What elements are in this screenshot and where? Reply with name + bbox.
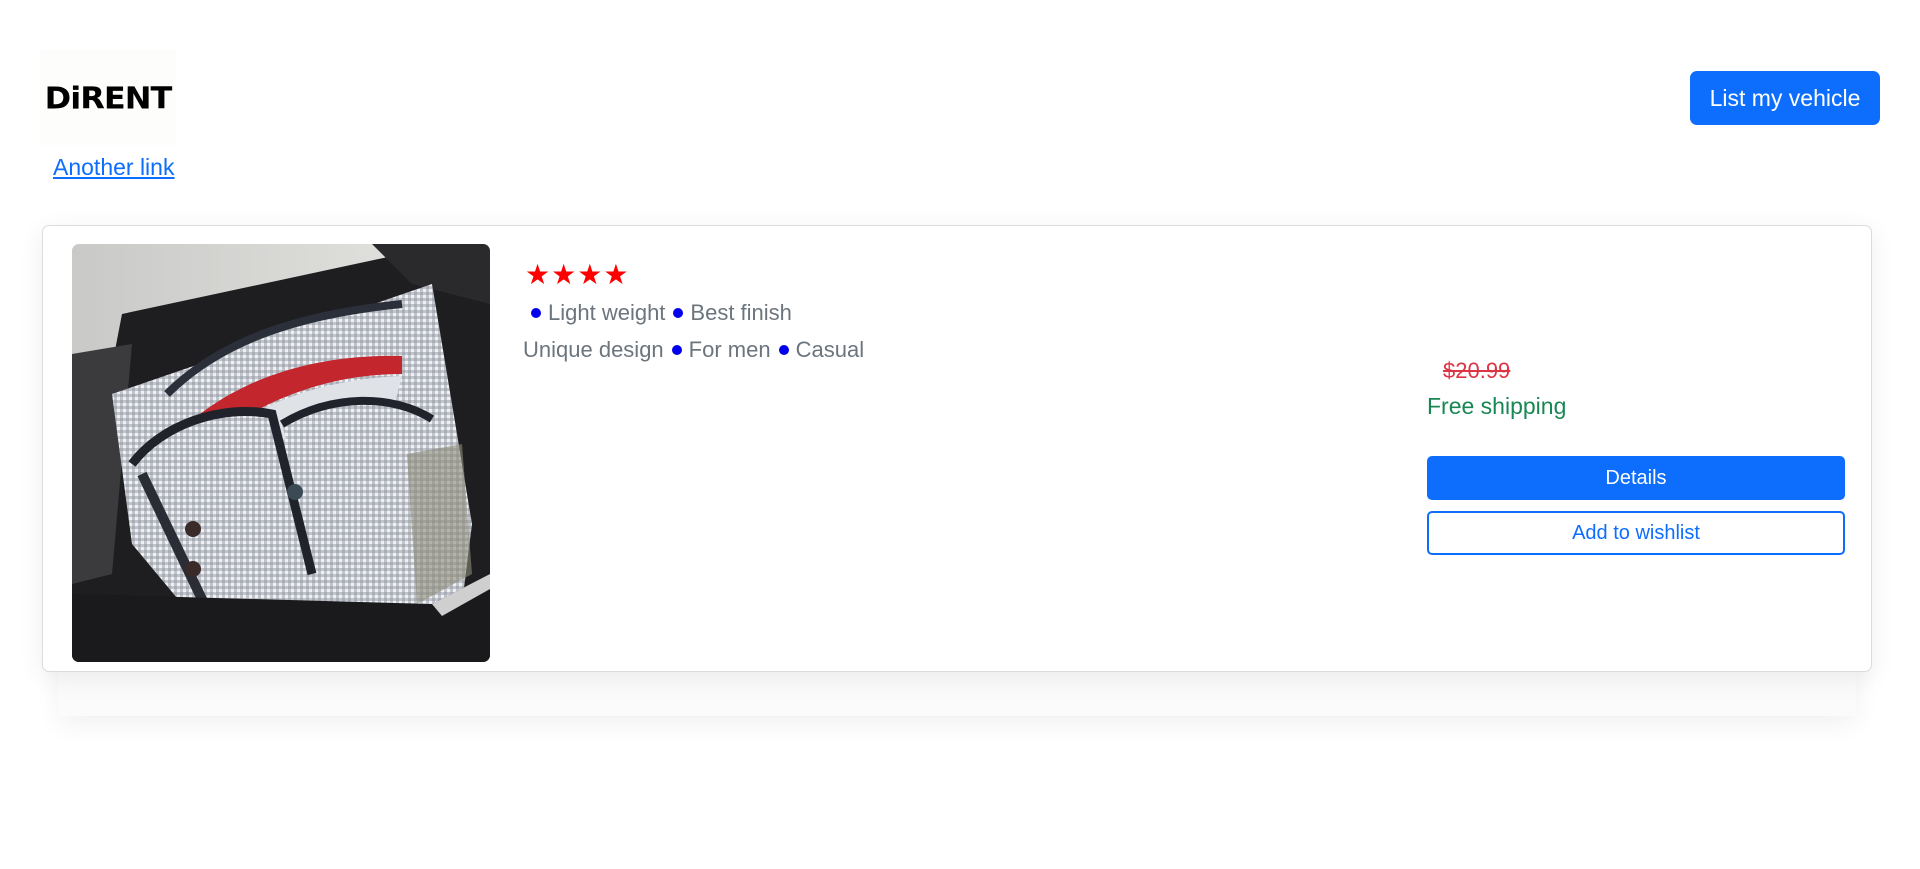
feature-line: Unique design For men Casual [523, 331, 864, 368]
shirt-photo-icon [72, 244, 490, 662]
product-card: ★ ★ ★ ★ Light weight Best finish Unique d… [42, 225, 1872, 672]
add-to-wishlist-button[interactable]: Add to wishlist [1427, 511, 1845, 555]
star-icon: ★ [551, 259, 577, 290]
star-icon: ★ [603, 259, 629, 290]
rating-stars: ★ ★ ★ ★ [525, 261, 628, 289]
brand-logo-text: DiRENT [44, 79, 173, 116]
feature-item: Casual [795, 337, 865, 362]
brand-logo[interactable]: DiRENT [40, 50, 176, 145]
feature-list: Light weight Best finish Unique design For… [523, 294, 864, 368]
feature-item: For men [688, 337, 771, 362]
old-price: $20.99 [1443, 358, 1511, 383]
product-image[interactable] [72, 244, 490, 662]
bullet-icon [778, 345, 789, 355]
details-button[interactable]: Details [1427, 456, 1845, 500]
feature-line: Light weight Best finish [523, 294, 864, 331]
feature-item: Light weight [548, 300, 666, 325]
star-icon: ★ [577, 259, 603, 290]
bullet-icon [671, 345, 682, 355]
feature-item: Unique design [523, 337, 664, 362]
bullet-icon [531, 308, 541, 318]
shipping-info: Free shipping [1427, 393, 1567, 419]
list-my-vehicle-button[interactable]: List my vehicle [1690, 71, 1880, 125]
another-link[interactable]: Another link [53, 154, 174, 181]
bullet-icon [673, 308, 684, 318]
feature-item: Best finish [690, 300, 792, 325]
star-icon: ★ [525, 259, 551, 290]
